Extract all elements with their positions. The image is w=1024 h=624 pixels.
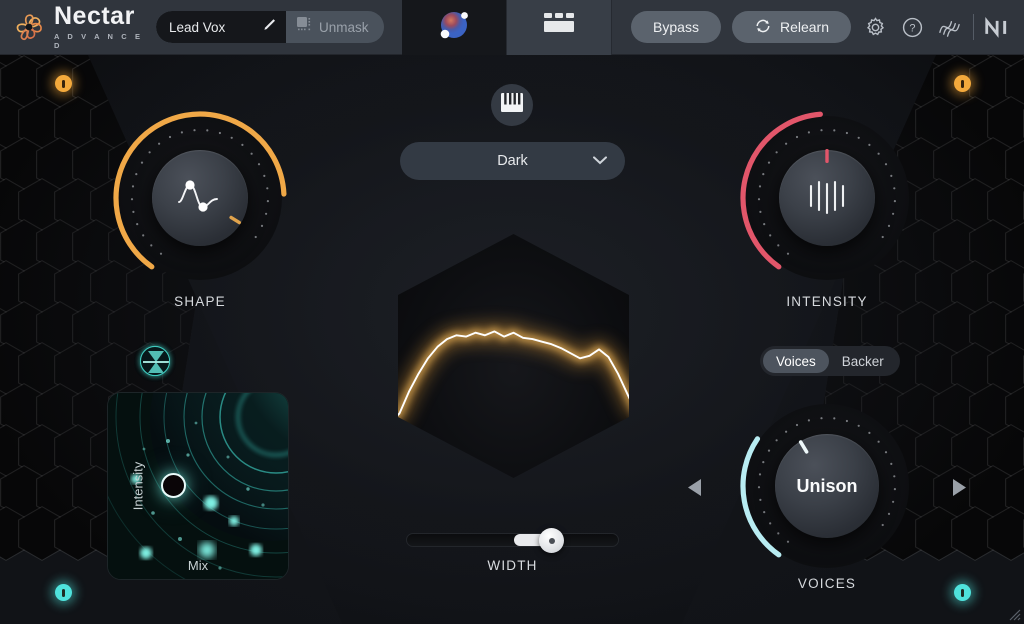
- xy-pad-handle[interactable]: [161, 473, 186, 498]
- brand-subtitle: A D V A N C E D: [54, 32, 150, 50]
- gear-icon[interactable]: [862, 14, 888, 40]
- bypass-button[interactable]: Bypass: [631, 11, 721, 43]
- bypass-label: Bypass: [653, 19, 699, 35]
- intensity-knob-label: INTENSITY: [737, 294, 917, 309]
- led-bottom-left[interactable]: [55, 584, 72, 601]
- assistant-orb-icon: [432, 6, 476, 49]
- brand-logo-block: Nectar A D V A N C E D: [0, 4, 150, 50]
- relearn-button[interactable]: Relearn: [732, 11, 851, 43]
- preset-name-label: Lead Vox: [169, 20, 225, 35]
- voices-knob[interactable]: Unison VOICES: [737, 396, 917, 576]
- voices-prev-button[interactable]: [687, 478, 703, 502]
- modules-grid-icon: [542, 12, 576, 43]
- texture-preset-3[interactable]: [140, 346, 170, 376]
- tone-preset-dropdown[interactable]: Dark: [400, 142, 625, 180]
- keyboard-toggle-button[interactable]: [491, 84, 533, 126]
- led-top-left[interactable]: [55, 75, 72, 92]
- preset-control-group: Lead Vox: [156, 11, 384, 43]
- intensity-mix-xy-pad[interactable]: Intensity Mix: [107, 392, 289, 580]
- tab-assistant[interactable]: [402, 0, 507, 55]
- voices-knob-pointer: [737, 396, 917, 576]
- width-slider-label: WIDTH: [406, 558, 619, 573]
- header-tabs: [402, 0, 612, 55]
- chevron-down-icon: [593, 153, 607, 169]
- nectar-flower-logo-icon: [14, 12, 44, 42]
- question-icon[interactable]: ?: [899, 14, 925, 40]
- refresh-icon: [754, 17, 772, 38]
- resize-grip[interactable]: [1005, 605, 1021, 621]
- tone-preset-value: Dark: [497, 153, 528, 169]
- ni-logo[interactable]: [985, 14, 1011, 40]
- led-bottom-right[interactable]: [954, 584, 971, 601]
- preset-selector[interactable]: Lead Vox: [156, 11, 286, 43]
- width-slider[interactable]: [406, 533, 619, 547]
- unmask-label: Unmask: [319, 20, 369, 35]
- piano-keys-icon: [501, 93, 523, 117]
- tab-modules[interactable]: [507, 0, 612, 55]
- waveform-squiggle-icon[interactable]: [936, 14, 962, 40]
- header-bar: Nectar A D V A N C E D Lead Vox: [0, 0, 1024, 55]
- arrow-right-icon: [951, 484, 967, 501]
- led-top-right[interactable]: [954, 75, 971, 92]
- shape-knob-pointer: [152, 150, 248, 246]
- shape-knob[interactable]: SHAPE: [110, 108, 290, 288]
- xy-pad-x-label: Mix: [108, 558, 288, 573]
- voices-next-button[interactable]: [951, 478, 967, 502]
- intensity-knob-pointer: [737, 108, 917, 288]
- voices-backer-toggle[interactable]: Voices Backer: [760, 346, 900, 376]
- unmask-grid-icon: [297, 17, 312, 37]
- xy-pad-y-label: Intensity: [131, 462, 146, 510]
- brand-name: Nectar: [54, 4, 150, 29]
- header-actions: Bypass Relearn: [631, 11, 1024, 43]
- intensity-knob[interactable]: INTENSITY: [737, 108, 917, 288]
- header-divider: [973, 14, 974, 40]
- unmask-button[interactable]: Unmask: [286, 11, 384, 43]
- svg-text:?: ?: [909, 22, 915, 34]
- toggle-option-backer[interactable]: Backer: [829, 349, 897, 373]
- shape-knob-label: SHAPE: [110, 294, 290, 309]
- voices-knob-label: VOICES: [737, 576, 917, 591]
- plugin-window: Nectar A D V A N C E D Lead Vox: [0, 0, 1024, 624]
- pencil-icon[interactable]: [261, 17, 277, 38]
- relearn-label: Relearn: [780, 19, 829, 35]
- brand-text: Nectar A D V A N C E D: [54, 4, 150, 50]
- toggle-option-voices[interactable]: Voices: [763, 349, 829, 373]
- arrow-left-icon: [687, 484, 703, 501]
